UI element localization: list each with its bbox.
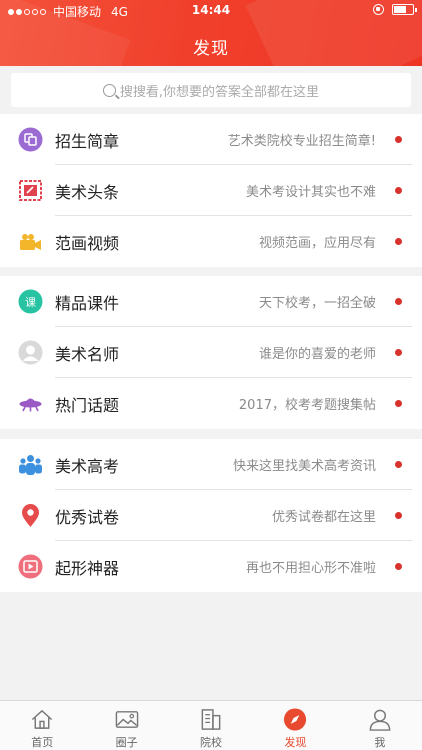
menu-desc: 快来这里找美术高考资讯 (232, 459, 376, 474)
menu-desc: 2017，校考考题搜集帖 (238, 398, 376, 413)
menu-label: 美术高考 (55, 456, 120, 476)
menu-item-shape-tool[interactable]: 起形神器 再也不用担心形不准啦 (0, 541, 422, 592)
menu-item-art-news[interactable]: 美术头条 美术考设计其实也不难 (0, 165, 422, 216)
menu-desc: 优秀试卷都在这里 (271, 510, 376, 525)
tab-me[interactable]: 我 (338, 701, 422, 750)
menu-desc: 谁是你的喜爱的老师 (258, 347, 376, 362)
menu-group-3: 美术高考 快来这里找美术高考资讯 优秀试卷 优秀试卷都在这里 起形神器 再也不用… (0, 439, 422, 592)
menu-desc: 美术考设计其实也不难 (245, 185, 376, 200)
image-icon (115, 711, 138, 728)
tab-discover[interactable]: 发现 (253, 701, 337, 750)
menu-item-courseware[interactable]: 课 精品课件 天下校考，一招全破 (0, 276, 422, 327)
menu-label: 起形神器 (55, 558, 120, 578)
menu-item-hot-topics[interactable]: 热门话题 2017，校考考题搜集帖 (0, 378, 422, 429)
header-bar: 中国移动 4G 14:44 发现 (0, 0, 422, 66)
status-time: 14:44 (191, 3, 231, 17)
home-icon (32, 709, 53, 729)
tab-schools[interactable]: 院校 (169, 701, 253, 750)
menu-item-painting-videos[interactable]: 范画视频 视频范画，应用尽有 (0, 216, 422, 267)
brochure-icon (18, 127, 43, 152)
compass-icon (284, 708, 307, 731)
menu-label: 范画视频 (55, 233, 120, 253)
menu-label: 精品课件 (55, 293, 120, 313)
notification-dot (395, 563, 402, 570)
tab-bar: 首页 圈子 院校 发现 我 (0, 700, 422, 750)
menu-group-1: 招生简章 艺术类院校专业招生简章! 美术头条 美术考设计其实也不难 范画视频 视… (0, 114, 422, 267)
notification-dot (395, 400, 402, 407)
play-tool-icon (18, 554, 43, 579)
battery-icon (392, 4, 417, 15)
menu-desc: 艺术类院校专业招生简章! (227, 134, 376, 149)
user-icon (369, 709, 391, 731)
notification-dot (395, 461, 402, 468)
menu-item-famous-teachers[interactable]: 美术名师 谁是你的喜爱的老师 (0, 327, 422, 378)
people-icon (19, 455, 42, 475)
notification-dot (395, 512, 402, 519)
menu-label: 美术名师 (55, 344, 120, 364)
menu-group-2: 课 精品课件 天下校考，一招全破 美术名师 谁是你的喜爱的老师 热门话题 201… (0, 276, 422, 429)
notification-dot (395, 136, 402, 143)
building-icon (201, 709, 221, 730)
menu-label: 招生简章 (55, 131, 120, 151)
location-pin-icon (22, 504, 39, 527)
svg-text:课: 课 (25, 296, 36, 309)
rotation-lock-icon (373, 4, 384, 15)
menu-label: 优秀试卷 (55, 507, 120, 527)
tab-label: 我 (374, 736, 386, 749)
menu-item-excellent-papers[interactable]: 优秀试卷 优秀试卷都在这里 (0, 490, 422, 541)
search-icon (102, 83, 116, 97)
tab-label: 院校 (200, 736, 223, 749)
notification-dot (395, 298, 402, 305)
status-bar: 中国移动 4G 14:44 (0, 0, 422, 22)
tab-label: 发现 (284, 736, 307, 749)
menu-desc: 视频范画，应用尽有 (258, 236, 376, 251)
tab-home[interactable]: 首页 (0, 701, 84, 750)
menu-label: 美术头条 (55, 182, 120, 202)
search-input[interactable]: 搜搜看,你想要的答案全部都在这里 (11, 73, 411, 107)
ufo-icon (19, 398, 42, 412)
menu-desc: 再也不用担心形不准啦 (245, 561, 376, 576)
tab-label: 圈子 (115, 736, 138, 749)
menu-item-admissions[interactable]: 招生简章 艺术类院校专业招生简章! (0, 114, 422, 165)
notification-dot (395, 349, 402, 356)
video-camera-icon (20, 234, 41, 250)
menu-desc: 天下校考，一招全破 (258, 296, 376, 311)
teacher-avatar-icon (18, 340, 43, 365)
course-icon: 课 (18, 289, 43, 314)
painting-frame-icon (19, 180, 42, 201)
page-title: 发现 (193, 39, 229, 59)
tab-circle[interactable]: 圈子 (84, 701, 168, 750)
search-placeholder: 搜搜看,你想要的答案全部都在这里 (119, 84, 320, 100)
notification-dot (395, 238, 402, 245)
menu-label: 热门话题 (55, 395, 120, 415)
menu-item-art-exam[interactable]: 美术高考 快来这里找美术高考资讯 (0, 439, 422, 490)
notification-dot (395, 187, 402, 194)
tab-label: 首页 (31, 736, 54, 749)
